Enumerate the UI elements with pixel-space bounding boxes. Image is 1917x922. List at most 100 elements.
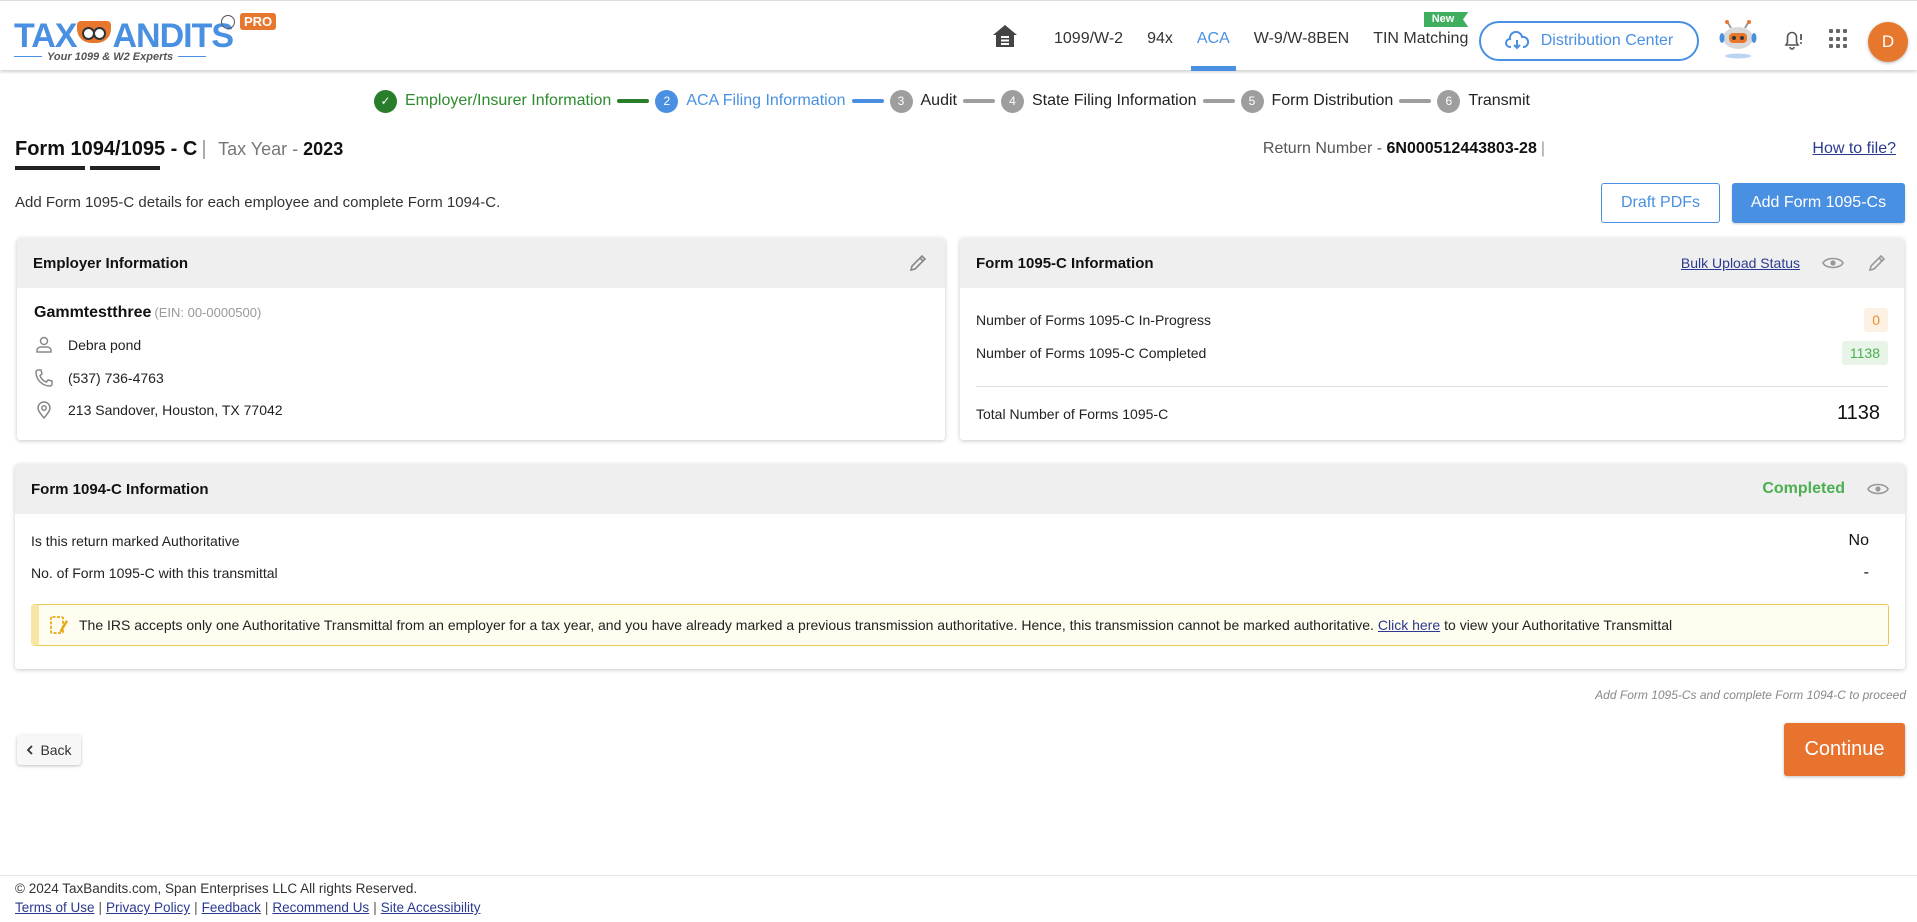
step-connector	[962, 99, 995, 103]
add-form-1095c-button[interactable]: Add Form 1095-Cs	[1732, 183, 1905, 223]
check-icon: ✓	[374, 89, 397, 113]
page-instructions: Add Form 1095-C details for each employe…	[15, 194, 501, 211]
total-row: Total Number of Forms 1095-C 1138	[976, 402, 1880, 424]
notepad-pencil-icon	[50, 616, 68, 634]
new-badge: New	[1423, 12, 1469, 27]
employer-name: Gammtestthree (EIN: 00-0000500)	[34, 304, 262, 321]
step-number: 4	[1000, 89, 1024, 113]
transmittal-count-row: No. of Form 1095-C with this transmittal…	[31, 564, 1869, 581]
employer-information-card: Employer Information Gammtestthree (EIN: …	[17, 238, 945, 440]
authoritative-warning-alert: The IRS accepts only one Authoritative T…	[31, 604, 1889, 646]
in-progress-row: Number of Forms 1095-C In-Progress 0	[976, 308, 1888, 332]
completed-count: 1138	[1841, 341, 1888, 365]
nav-item-94x[interactable]: 94x	[1135, 1, 1185, 71]
location-pin-icon	[37, 401, 51, 420]
eye-icon	[1822, 257, 1844, 269]
nav-item-1099-w2[interactable]: 1099/W-2	[1042, 1, 1135, 71]
total-count: 1138	[1836, 402, 1880, 424]
nav-item-w9-w8ben[interactable]: W-9/W-8BEN	[1242, 1, 1361, 71]
home-icon	[993, 25, 1017, 47]
eye-icon	[1867, 483, 1889, 495]
logo-text-right: ANDITS	[112, 17, 234, 55]
return-number-value: 6N000512443803-28	[1386, 140, 1537, 157]
title-underline	[15, 166, 85, 170]
home-button[interactable]	[990, 21, 1020, 51]
terms-of-use-link[interactable]: Terms of Use	[15, 900, 95, 915]
chevron-left-icon	[27, 745, 34, 755]
pencil-icon	[1868, 254, 1886, 272]
in-progress-count: 0	[1864, 308, 1888, 332]
trademark-icon	[221, 15, 235, 29]
title-underline	[90, 166, 160, 170]
step-state-filing-information[interactable]: 4 State Filing Information	[1000, 89, 1197, 113]
step-number: 5	[1240, 89, 1264, 113]
apps-grid-icon[interactable]	[1829, 29, 1849, 49]
form-1095c-information-card: Form 1095-C Information Bulk Upload Stat…	[960, 238, 1904, 440]
copyright-text: © 2024 TaxBandits.com, Span Enterprises …	[15, 881, 418, 896]
footer: © 2024 TaxBandits.com, Span Enterprises …	[0, 875, 1917, 922]
pencil-icon	[909, 254, 927, 272]
phone-icon	[35, 369, 53, 387]
form-1094c-card-header: Form 1094-C Information Completed	[15, 464, 1905, 514]
continue-button[interactable]: Continue	[1784, 723, 1905, 776]
back-button[interactable]: Back	[17, 735, 81, 765]
step-connector	[1399, 99, 1432, 103]
step-connector	[851, 99, 884, 103]
draft-pdfs-button[interactable]: Draft PDFs	[1601, 183, 1720, 223]
form-1095c-card-header: Form 1095-C Information Bulk Upload Stat…	[960, 238, 1904, 288]
top-navigation-bar: TAX ANDITS PRO Your 1099 & W2 Experts 109…	[0, 0, 1917, 71]
employer-card-header: Employer Information	[17, 238, 945, 288]
owl-mascot-icon	[77, 21, 112, 43]
progress-stepper: ✓ Employer/Insurer Information 2 ACA Fil…	[374, 89, 1530, 113]
distribution-center-button[interactable]: Distribution Center	[1479, 21, 1699, 61]
cloud-download-icon	[1504, 31, 1529, 50]
feedback-link[interactable]: Feedback	[202, 900, 261, 915]
site-accessibility-link[interactable]: Site Accessibility	[381, 900, 481, 915]
step-aca-filing-information[interactable]: 2 ACA Filing Information	[655, 89, 846, 113]
nav-item-tin-matching[interactable]: TIN Matching New	[1361, 1, 1480, 71]
step-employer-insurer-information[interactable]: ✓ Employer/Insurer Information	[374, 89, 611, 113]
step-audit[interactable]: 3 Audit	[889, 89, 957, 113]
taxbandits-logo[interactable]: TAX ANDITS PRO Your 1099 & W2 Experts	[14, 13, 284, 65]
step-number: 6	[1437, 89, 1461, 113]
form-1094c-information-card: Form 1094-C Information Completed Is thi…	[15, 464, 1905, 669]
tax-year-label: Tax Year -	[218, 139, 304, 159]
how-to-file-link[interactable]: How to file?	[1812, 140, 1896, 158]
footer-links: Terms of Use | Privacy Policy | Feedback | Rec…	[15, 900, 481, 915]
step-form-distribution[interactable]: 5 Form Distribution	[1240, 89, 1393, 113]
employer-address: 213 Sandover, Houston, TX 77042	[34, 400, 283, 420]
step-connector	[617, 99, 650, 103]
step-number: 3	[889, 89, 913, 113]
step-number: 2	[655, 89, 679, 113]
view-authoritative-transmittal-link[interactable]: Click here	[1378, 617, 1440, 633]
page-title: Form 1094/1095 - C | Tax Year - 2023	[15, 138, 344, 160]
nav-item-aca[interactable]: ACA	[1185, 1, 1242, 71]
pro-badge: PRO	[240, 13, 277, 30]
step-transmit[interactable]: 6 Transmit	[1437, 89, 1530, 113]
step-connector	[1202, 99, 1235, 103]
employer-phone: (537) 736-4763	[34, 368, 164, 388]
edit-employer-button[interactable]	[907, 252, 929, 274]
logo-text-left: TAX	[14, 17, 77, 55]
user-avatar[interactable]: D	[1868, 22, 1908, 62]
authoritative-row: Is this return marked Authoritative No	[31, 532, 1869, 549]
bulk-upload-status-link[interactable]: Bulk Upload Status	[1681, 255, 1800, 271]
recommend-us-link[interactable]: Recommend Us	[272, 900, 369, 915]
proceed-hint: Add Form 1095-Cs and complete Form 1094-…	[1595, 688, 1906, 702]
return-number: Return Number - 6N000512443803-28 |	[1262, 140, 1545, 157]
divider	[976, 386, 1888, 387]
privacy-policy-link[interactable]: Privacy Policy	[106, 900, 190, 915]
person-icon	[36, 336, 52, 353]
employer-ein: (EIN: 00-0000500)	[154, 305, 262, 320]
employer-contact: Debra pond	[34, 335, 141, 355]
completed-row: Number of Forms 1095-C Completed 1138	[976, 341, 1888, 365]
notifications-bell-icon[interactable]	[1781, 27, 1805, 51]
main-nav: 1099/W-2 94x ACA W-9/W-8BEN TIN Matching…	[990, 1, 1480, 71]
logo-tagline: Your 1099 & W2 Experts	[14, 51, 211, 63]
tax-year-value: 2023	[303, 139, 344, 159]
chatbot-assistant-icon[interactable]	[1718, 19, 1758, 59]
view-1095c-button[interactable]	[1822, 252, 1844, 274]
edit-1095c-button[interactable]	[1866, 252, 1888, 274]
authoritative-value: No	[1848, 532, 1869, 549]
view-1094c-button[interactable]	[1867, 478, 1889, 500]
